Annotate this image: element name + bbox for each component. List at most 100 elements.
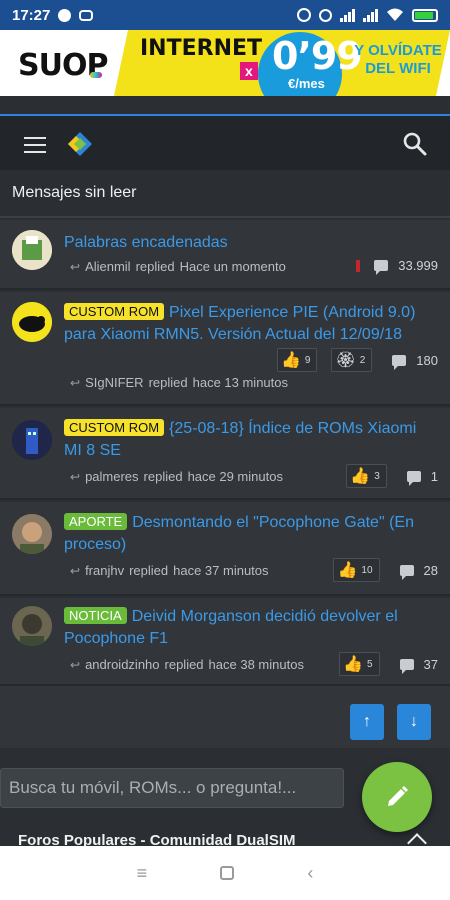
thread-title[interactable]: CUSTOM ROM {25-08-18} Índice de ROMs Xiao… <box>64 418 438 462</box>
award-icon: 🏵 <box>335 352 356 369</box>
reply-icon: ↩ <box>70 375 81 390</box>
action-text: replied <box>164 657 204 672</box>
avatar[interactable] <box>12 514 52 554</box>
reply-count: 33.999 <box>398 258 438 273</box>
like-icon: 👍 <box>280 352 301 369</box>
thread-item[interactable]: Palabras encadenadas ↩ Alienmil replied … <box>0 220 450 290</box>
comment-icon <box>392 354 407 370</box>
reply-icon: ↩ <box>70 259 81 274</box>
like-count: 3 <box>374 470 380 482</box>
arrow-down-icon: ↓ <box>410 713 418 730</box>
scroll-up-button[interactable]: ↑ <box>350 704 384 740</box>
reply-count: 180 <box>416 352 438 368</box>
telegram-icon <box>58 8 72 22</box>
comment-icon <box>374 260 389 275</box>
last-post-time: hace 29 minutos <box>187 469 283 484</box>
avatar[interactable] <box>12 302 52 342</box>
scroll-down-button[interactable]: ↓ <box>397 704 431 740</box>
like-icon: 👍 <box>350 468 371 485</box>
status-time: 17:27 <box>12 6 51 24</box>
thread-prefix-badge: APORTE <box>64 513 128 530</box>
comment-icon <box>406 470 421 486</box>
like-reaction[interactable]: 👍 9 <box>276 348 318 372</box>
ad-banner[interactable]: SUOP INTERNET x 0’99 €/mes Y OLVÍDATE DE… <box>0 30 450 96</box>
avatar[interactable] <box>12 606 52 646</box>
thread-item[interactable]: CUSTOM ROM Pixel Experience PIE (Android … <box>0 292 450 406</box>
thread-title[interactable]: NOTICIA Deivid Morganson decidió devolver… <box>64 606 438 650</box>
thread-prefix-badge: NOTICIA <box>64 607 127 624</box>
thread-title-link[interactable]: Palabras encadenadas <box>64 234 228 251</box>
thread-meta: ↩ franjhv replied hace 37 minutos <box>70 563 269 578</box>
notification-app-icon <box>79 9 94 21</box>
header-gap <box>0 96 450 114</box>
avatar[interactable] <box>12 420 52 460</box>
reply-count: 28 <box>423 562 438 578</box>
ad-price-unit: €/mes <box>288 76 325 91</box>
last-poster[interactable]: Alienmil <box>85 259 131 274</box>
thread-item[interactable]: APORTE Desmontando el "Pocophone Gate" (E… <box>0 502 450 596</box>
thread-stats: 👍 10 28 <box>333 558 438 582</box>
home-icon[interactable] <box>220 866 235 880</box>
last-post-time: hace 13 minutos <box>192 375 289 390</box>
site-logo-icon[interactable] <box>66 130 94 158</box>
reply-icon: ↩ <box>70 469 81 484</box>
ad-brand-mark <box>90 72 102 78</box>
system-nav-bar: ≡ ‹ <box>0 846 450 900</box>
alarm-icon <box>297 8 311 22</box>
reply-icon: ↩ <box>70 657 81 672</box>
signal-icon-2 <box>363 8 378 22</box>
new-post-button[interactable] <box>362 762 432 832</box>
like-reaction[interactable]: 👍 5 <box>339 652 380 676</box>
award-count: 2 <box>359 354 366 366</box>
reply-icon: ↩ <box>70 563 81 578</box>
award-reaction[interactable]: 🏵 2 <box>331 348 373 372</box>
ad-slogan: Y OLVÍDATE DEL WIFI <box>354 42 442 77</box>
thread-meta: ↩ SIgNIFER replied hace 13 minutos <box>70 375 288 390</box>
app-header <box>0 114 450 170</box>
signal-icon <box>340 8 355 22</box>
last-post-time: hace 38 minutos <box>208 657 304 672</box>
reply-count: 37 <box>423 656 438 672</box>
menu-icon[interactable] <box>24 137 46 153</box>
search-icon[interactable] <box>402 131 428 157</box>
action-text: replied <box>135 259 175 274</box>
last-poster[interactable]: SIgNIFER <box>85 375 144 390</box>
comment-icon <box>399 658 414 674</box>
last-poster[interactable]: franjhv <box>85 563 124 578</box>
ad-headline: INTERNET <box>140 36 263 61</box>
pencil-icon <box>388 786 408 806</box>
like-icon: 👍 <box>337 562 358 579</box>
avatar[interactable] <box>12 230 52 270</box>
like-reaction[interactable]: 👍 10 <box>333 558 380 582</box>
ad-multiplier: x <box>240 62 258 80</box>
arrow-up-icon: ↑ <box>363 713 371 730</box>
last-poster[interactable]: androidzinho <box>85 657 159 672</box>
status-bar: 17:27 <box>0 0 450 30</box>
hot-flag-icon <box>356 259 361 272</box>
like-count: 5 <box>366 658 373 670</box>
search-input[interactable] <box>0 768 344 808</box>
like-reaction[interactable]: 👍 3 <box>346 464 387 488</box>
thread-item[interactable]: NOTICIA Deivid Morganson decidió devolver… <box>0 598 450 686</box>
like-count: 10 <box>361 564 373 576</box>
like-icon: 👍 <box>343 656 363 673</box>
action-text: replied <box>129 563 169 578</box>
registered-icon <box>319 8 332 22</box>
last-post-time: hace 37 minutos <box>173 563 269 578</box>
thread-stats: 👍 3 1 <box>346 464 438 488</box>
thread-stats: 33.999 <box>356 258 438 275</box>
thread-title[interactable]: APORTE Desmontando el "Pocophone Gate" (E… <box>64 512 438 556</box>
thread-stats: 👍 5 37 <box>339 652 438 676</box>
thread-meta: ↩ Alienmil replied Hace un momento <box>70 259 286 274</box>
wifi-icon <box>387 8 403 21</box>
thread-item[interactable]: CUSTOM ROM {25-08-18} Índice de ROMs Xiao… <box>0 408 450 500</box>
thread-title[interactable]: Palabras encadenadas <box>64 232 438 254</box>
last-poster[interactable]: palmeres <box>85 469 138 484</box>
thread-meta: ↩ androidzinho replied hace 38 minutos <box>70 657 304 672</box>
like-count: 9 <box>304 354 311 366</box>
back-icon[interactable]: ‹ <box>307 863 313 884</box>
recents-icon[interactable]: ≡ <box>137 863 148 884</box>
action-text: replied <box>148 375 188 390</box>
page-title: Mensajes sin leer <box>0 170 450 218</box>
thread-title[interactable]: CUSTOM ROM Pixel Experience PIE (Android … <box>64 302 438 346</box>
